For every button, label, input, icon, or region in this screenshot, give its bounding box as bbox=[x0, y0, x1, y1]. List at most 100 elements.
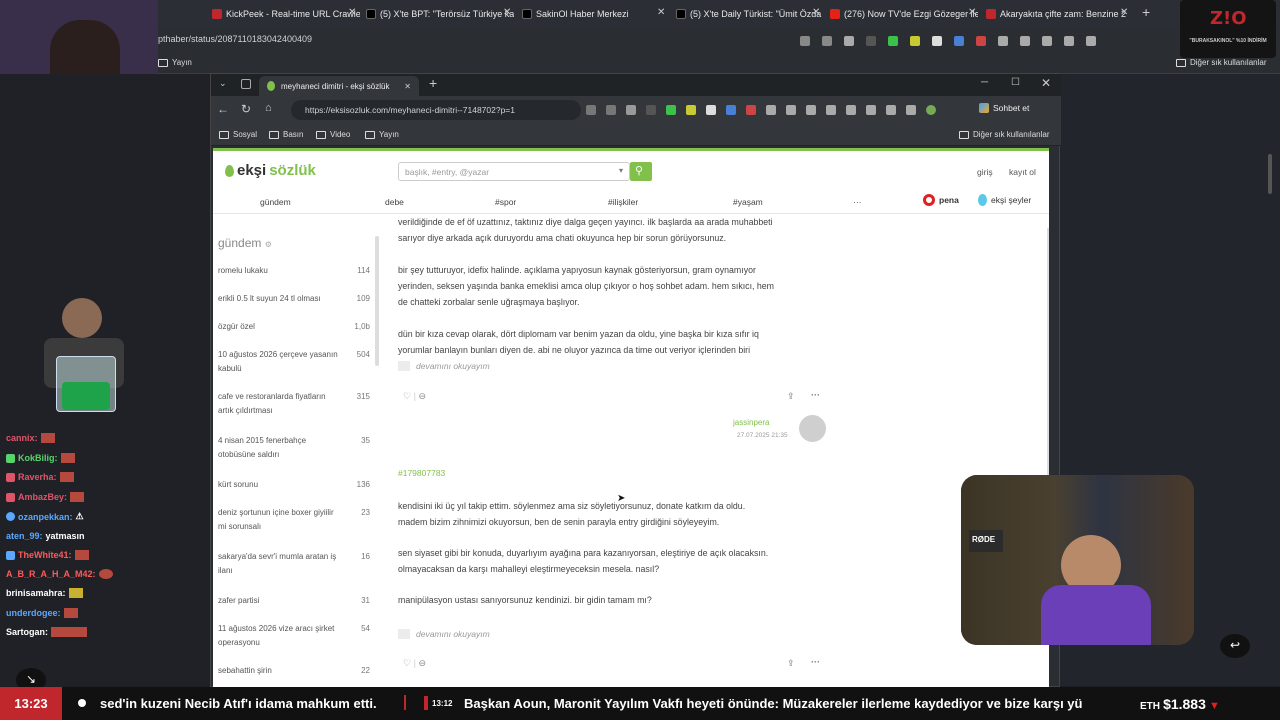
extension-icon[interactable] bbox=[1020, 36, 1030, 46]
sidebar-topic-item[interactable]: sebahattin şirin 22 bbox=[218, 664, 370, 678]
refresh-icon[interactable]: ↻ bbox=[241, 102, 251, 116]
new-tab-icon[interactable]: + bbox=[1142, 4, 1150, 20]
profile-avatar-icon[interactable] bbox=[926, 105, 936, 115]
bookmark-others[interactable]: Diğer sık kullanılanlar bbox=[1176, 58, 1266, 67]
close-tab-icon[interactable]: ✕ bbox=[404, 82, 411, 91]
minimize-icon[interactable]: ─ bbox=[981, 77, 988, 88]
copilot-chat-button[interactable]: Sohbet et bbox=[979, 103, 1029, 113]
extension-icon[interactable] bbox=[866, 36, 876, 46]
extension-icon[interactable] bbox=[766, 105, 776, 115]
close-tab-icon[interactable]: ✕ bbox=[1120, 7, 1128, 18]
tab-active[interactable]: meyhaneci dimitri - ekşi sözlük ✕ bbox=[259, 76, 419, 96]
scrollbar-thumb[interactable] bbox=[1268, 154, 1272, 194]
close-window-icon[interactable]: ✕ bbox=[1041, 76, 1051, 90]
extension-icon[interactable] bbox=[726, 105, 736, 115]
bookmark-others[interactable]: Diğer sık kullanılanlar bbox=[959, 130, 1049, 139]
close-tab-icon[interactable]: ✕ bbox=[968, 7, 976, 18]
extension-icon[interactable] bbox=[886, 105, 896, 115]
nav-debe[interactable]: debe bbox=[385, 197, 404, 207]
extension-icon[interactable] bbox=[826, 105, 836, 115]
nav-iliskiler[interactable]: #ilişkiler bbox=[608, 197, 638, 207]
bookmark-video[interactable]: Video bbox=[316, 130, 350, 139]
extension-icon[interactable] bbox=[1086, 36, 1096, 46]
extension-icon[interactable] bbox=[906, 105, 916, 115]
back-icon[interactable]: ← bbox=[217, 102, 229, 116]
url-input[interactable]: https://eksisozluk.com/meyhaneci-dimitri… bbox=[291, 100, 581, 120]
site-logo[interactable]: ekşi sözlük bbox=[225, 162, 316, 179]
heart-icon[interactable]: ♡ bbox=[403, 658, 411, 668]
extension-icon[interactable] bbox=[910, 36, 920, 46]
extension-icon[interactable] bbox=[1042, 36, 1052, 46]
star-icon[interactable] bbox=[626, 105, 636, 115]
extension-icon[interactable] bbox=[806, 105, 816, 115]
extension-icon[interactable] bbox=[1064, 36, 1074, 46]
bookmark-basin[interactable]: Basın bbox=[269, 130, 303, 139]
sidebar-topic-item[interactable]: cafe ve restoranlarda fiyatların artık çı… bbox=[218, 390, 370, 418]
share-icon[interactable]: ⇪ bbox=[787, 391, 795, 402]
extension-icon[interactable] bbox=[846, 105, 856, 115]
sidebar-topic-item[interactable]: romelu lukaku 114 bbox=[218, 264, 370, 278]
bookmark-yayin[interactable]: Yayın bbox=[158, 58, 192, 67]
workspaces-icon[interactable] bbox=[241, 79, 251, 89]
extension-icon[interactable] bbox=[786, 105, 796, 115]
sidebar-topic-item[interactable]: özgür özel 1,0b bbox=[218, 320, 370, 334]
extension-icon[interactable] bbox=[686, 105, 696, 115]
entry-id-link[interactable]: #179807783 bbox=[398, 468, 445, 478]
extension-icon[interactable] bbox=[606, 105, 616, 115]
outer-tab[interactable]: (5) X'te Daily Türkist: "Ümit Özda bbox=[676, 4, 824, 24]
extension-icon[interactable] bbox=[746, 105, 756, 115]
pena-link[interactable]: pena bbox=[923, 194, 959, 206]
sidebar-topic-item[interactable]: 4 nisan 2015 fenerbahçe otobüsüne saldırı… bbox=[218, 434, 370, 462]
more-options-icon[interactable]: ··· bbox=[811, 657, 820, 667]
outer-url-text[interactable]: pthaber/status/2087110183042400409 bbox=[158, 34, 312, 44]
outer-tab[interactable]: (276) Now TV'de Ezgi Gözeger ile bbox=[830, 4, 978, 24]
nav-yasam[interactable]: #yaşam bbox=[733, 197, 763, 207]
caret-down-icon[interactable]: ▾ bbox=[619, 166, 623, 175]
extension-icon[interactable] bbox=[932, 36, 942, 46]
sidebar-topic-item[interactable]: deniz şortunun içine boxer giyiilir mi so… bbox=[218, 506, 370, 534]
star-icon[interactable] bbox=[844, 36, 854, 46]
home-icon[interactable]: ⌂ bbox=[265, 102, 272, 114]
search-button[interactable]: ⚲ bbox=[630, 162, 652, 181]
extension-icon[interactable] bbox=[822, 36, 832, 46]
entry-date[interactable]: 27.07.2025 21:35 bbox=[737, 432, 788, 439]
extension-icon[interactable] bbox=[666, 105, 676, 115]
maximize-icon[interactable]: ☐ bbox=[1011, 77, 1020, 88]
extension-icon[interactable] bbox=[888, 36, 898, 46]
read-more-link[interactable]: devamını okuyayım bbox=[398, 629, 490, 639]
register-link[interactable]: kayıt ol bbox=[1009, 167, 1036, 177]
close-tab-icon[interactable]: ✕ bbox=[657, 7, 665, 18]
avatar[interactable] bbox=[799, 415, 826, 442]
extension-icon[interactable] bbox=[586, 105, 596, 115]
minus-circle-icon[interactable]: ⊖ bbox=[418, 658, 426, 668]
sidebar-topic-item[interactable]: kürt sorunu 136 bbox=[218, 478, 370, 492]
extension-icon[interactable] bbox=[800, 36, 810, 46]
gear-icon[interactable]: ⚙ bbox=[265, 240, 272, 249]
sidebar-topic-item[interactable]: zafer partisi 31 bbox=[218, 594, 370, 608]
nav-spor[interactable]: #spor bbox=[495, 197, 516, 207]
login-link[interactable]: giriş bbox=[977, 167, 993, 177]
extension-icon[interactable] bbox=[954, 36, 964, 46]
extension-icon[interactable] bbox=[866, 105, 876, 115]
sidebar-topic-item[interactable]: 11 ağustos 2026 vize aracı şirket operasy… bbox=[218, 622, 370, 650]
sidebar-topic-item[interactable]: erikli 0.5 lt suyun 24 tl olması 109 bbox=[218, 292, 370, 306]
minus-circle-icon[interactable]: ⊖ bbox=[418, 391, 426, 401]
chevron-down-icon[interactable]: ⌄ bbox=[219, 78, 227, 89]
heart-icon[interactable]: ♡ bbox=[403, 391, 411, 401]
close-tab-icon[interactable]: ✕ bbox=[812, 7, 820, 18]
outer-tab[interactable]: Akaryakıta çifte zam: Benzine 2, m bbox=[986, 4, 1126, 24]
close-tab-icon[interactable]: ✕ bbox=[348, 7, 356, 18]
eksi-seyler-link[interactable]: ekşi şeyler bbox=[978, 194, 1031, 206]
outer-tab[interactable]: (5) X'te BPT: "Terörsüz Türkiye ka bbox=[366, 4, 514, 24]
entry-author[interactable]: jassinpera bbox=[733, 418, 769, 427]
extension-icon[interactable] bbox=[646, 105, 656, 115]
sidebar-scrollbar[interactable] bbox=[375, 236, 379, 366]
extension-icon[interactable] bbox=[976, 36, 986, 46]
outer-address-bar[interactable]: pthaber/status/2087110183042400409 bbox=[0, 28, 1280, 54]
sidebar-topic-item[interactable]: 10 ağustos 2026 çerçeve yasanın kabulü 504 bbox=[218, 348, 370, 376]
close-tab-icon[interactable]: ✕ bbox=[503, 7, 511, 18]
read-more-link[interactable]: devamını okuyayım bbox=[398, 361, 490, 371]
extension-icon[interactable] bbox=[706, 105, 716, 115]
share-icon[interactable]: ⇪ bbox=[787, 658, 795, 669]
extension-icon[interactable] bbox=[998, 36, 1008, 46]
